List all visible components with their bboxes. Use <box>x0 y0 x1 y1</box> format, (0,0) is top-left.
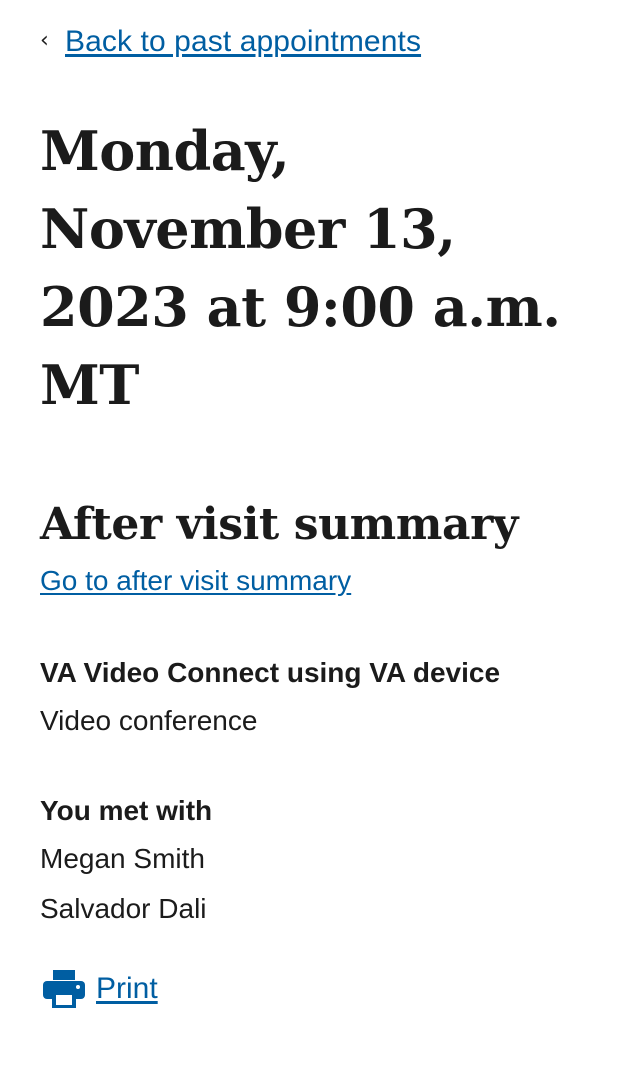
page-title: Monday, November 13, 2023 at 9:00 a.m. M… <box>40 119 561 417</box>
chevron-left-icon: ‹ <box>40 28 49 53</box>
appointment-type-section: VA Video Connect using VA device Video c… <box>40 650 600 746</box>
appointment-type-heading: VA Video Connect using VA device <box>40 657 501 688</box>
print-link[interactable]: Print <box>96 972 158 1006</box>
after-visit-summary-heading: After visit summary <box>40 499 519 550</box>
print-action[interactable]: Print <box>42 964 158 1014</box>
printer-icon <box>42 969 86 1009</box>
met-with-section: You met with Megan Smith Salvador Dali <box>40 788 600 934</box>
provider-name: Megan Smith <box>40 843 205 874</box>
after-visit-summary-link[interactable]: Go to after visit summary <box>40 562 351 600</box>
provider-name: Salvador Dali <box>40 893 207 924</box>
met-with-heading: You met with <box>40 795 213 826</box>
back-to-past-appointments-link[interactable]: Back to past appointments <box>65 25 421 59</box>
breadcrumb: ‹ Back to past appointments <box>40 22 421 62</box>
appointment-type-value: Video conference <box>40 705 258 736</box>
